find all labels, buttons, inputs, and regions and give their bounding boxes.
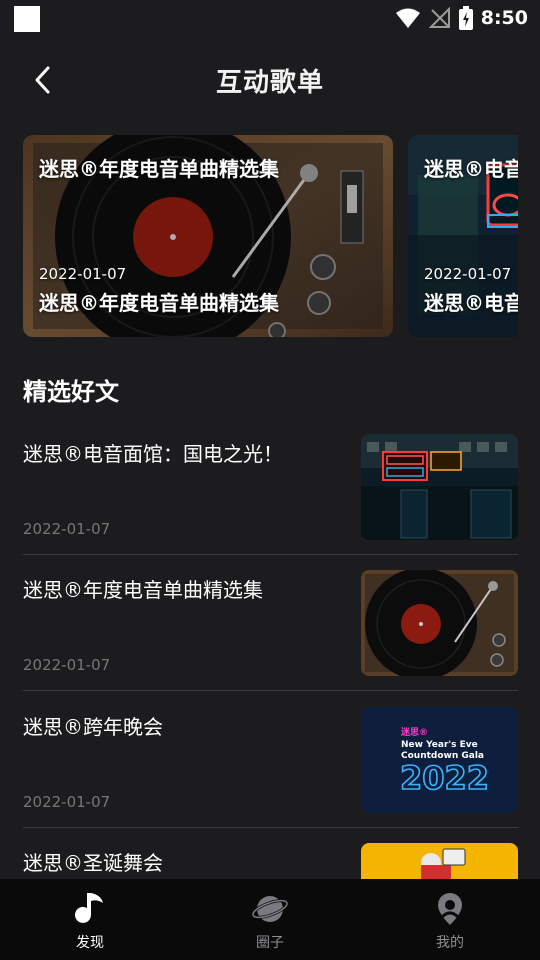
- article-item[interactable]: 迷思®年度电音单曲精选集 2022-01-07: [23, 570, 518, 676]
- divider: [23, 690, 518, 691]
- svg-text:2022: 2022: [400, 759, 489, 797]
- divider: [23, 554, 518, 555]
- music-note-icon: [70, 889, 110, 929]
- nav-item-discover[interactable]: 发现: [0, 879, 180, 960]
- article-date: 2022-01-07: [23, 656, 111, 674]
- article-title: 迷思®圣诞舞会: [23, 851, 163, 875]
- article-list: 迷思®电音面馆：国电之光！ 2022-01-07 迷思®年度电音单曲精选集 20…: [23, 434, 518, 879]
- section-title: 精选好文: [23, 378, 119, 406]
- carousel-card[interactable]: 迷思®电音面馆：国电之光！ 2022-01-07 迷思®电音面馆：国电之光！: [408, 135, 518, 337]
- card-title: 迷思®年度电音单曲精选集: [39, 157, 279, 181]
- divider: [23, 827, 518, 828]
- status-bar: 8:50: [0, 0, 540, 36]
- notification-icon: [14, 6, 40, 32]
- card-subtitle: 迷思®电音面馆：国电之光！: [424, 291, 518, 315]
- svg-text:迷思®: 迷思®: [400, 726, 428, 738]
- article-item[interactable]: 迷思®跨年晚会 2022-01-07 迷思® New Year's Eve Co…: [23, 707, 518, 813]
- carousel-card[interactable]: 迷思®年度电音单曲精选集 2022-01-07 迷思®年度电音单曲精选集: [23, 135, 393, 337]
- nav-item-circle[interactable]: 圈子: [180, 879, 360, 960]
- card-subtitle: 迷思®年度电音单曲精选集: [39, 291, 279, 315]
- article-thumbnail: [361, 843, 518, 879]
- article-date: 2022-01-07: [23, 520, 111, 538]
- card-date: 2022-01-07: [424, 265, 512, 283]
- gala-poster-image: 迷思® New Year's Eve Countdown Gala 2022: [361, 707, 518, 813]
- article-thumbnail: [361, 570, 518, 676]
- planet-icon: [250, 889, 290, 929]
- nav-item-profile[interactable]: 我的: [360, 879, 540, 960]
- christmas-image: [361, 843, 518, 879]
- card-date: 2022-01-07: [39, 265, 127, 283]
- nav-label: 发现: [76, 935, 104, 951]
- battery-charging-icon: [458, 6, 473, 30]
- user-icon: [430, 889, 470, 929]
- nav-label: 我的: [436, 935, 464, 951]
- nav-label: 圈子: [256, 935, 284, 951]
- clock: 8:50: [480, 7, 528, 29]
- wifi-icon: [395, 8, 420, 28]
- neon-shop-image: [361, 434, 518, 540]
- page-header: 互动歌单: [0, 50, 540, 110]
- svg-text:New Year's Eve: New Year's Eve: [401, 740, 478, 750]
- bottom-navigation: 发现 圈子 我的: [0, 879, 540, 960]
- article-title: 迷思®跨年晚会: [23, 715, 163, 739]
- article-thumbnail: 迷思® New Year's Eve Countdown Gala 2022: [361, 707, 518, 813]
- page-title: 互动歌单: [215, 68, 324, 98]
- article-item[interactable]: 迷思®圣诞舞会 2022-01-07: [23, 843, 518, 879]
- card-title: 迷思®电音面馆：国电之光！: [424, 157, 518, 181]
- no-signal-icon: [428, 7, 450, 28]
- article-item[interactable]: 迷思®电音面馆：国电之光！ 2022-01-07: [23, 434, 518, 540]
- playlist-carousel[interactable]: 迷思®年度电音单曲精选集 2022-01-07 迷思®年度电音单曲精选集 迷思®…: [23, 135, 518, 337]
- article-title: 迷思®年度电音单曲精选集: [23, 578, 263, 602]
- turntable-image: [361, 570, 518, 676]
- article-title: 迷思®电音面馆：国电之光！: [23, 442, 283, 466]
- article-date: 2022-01-07: [23, 793, 111, 811]
- article-thumbnail: [361, 434, 518, 540]
